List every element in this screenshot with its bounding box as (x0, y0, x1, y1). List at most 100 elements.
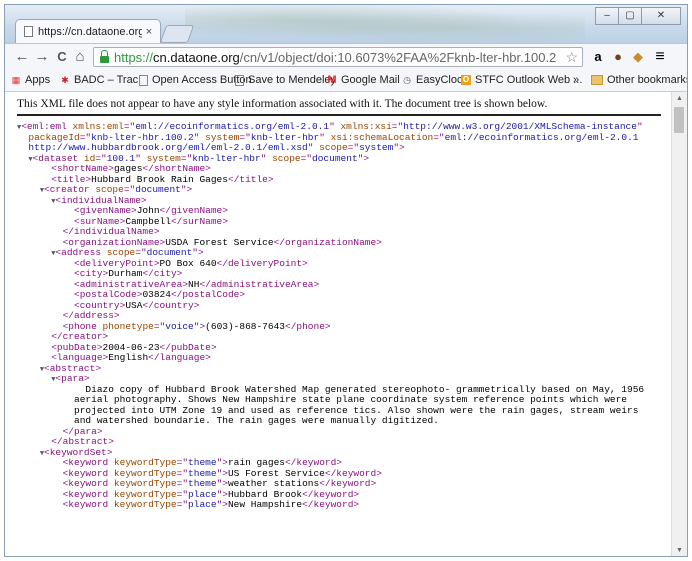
xml-token: John (136, 205, 160, 216)
xml-token: New Hampshire (227, 499, 303, 510)
xml-token: </shortName> (142, 163, 211, 174)
xml-token: projected into UTM Zone 19 and used as r… (74, 404, 639, 416)
extension-icon[interactable]: ◆ (629, 48, 647, 66)
xml-token: "> (193, 320, 206, 332)
xml-token: </keyword> (284, 457, 342, 468)
xml-token: theme (188, 478, 217, 489)
reload-icon[interactable]: C (53, 47, 71, 67)
xml-line: ▼<abstract> (17, 363, 667, 375)
menu-icon[interactable]: ≡ (651, 48, 669, 66)
xml-token: theme (188, 467, 217, 479)
xml-token: xmlns:xsi (340, 121, 392, 132)
xml-token: <deliveryPoint> (74, 257, 160, 269)
xml-token: <keyword (62, 467, 114, 479)
xml-token: gages (113, 163, 143, 174)
amazon-extension-icon[interactable]: a (589, 48, 607, 66)
bookmarks-bar: ▦ Apps ✱ BADC – Trac Open Access Button Sa… (5, 71, 687, 92)
xml-token: =" (180, 152, 193, 164)
maximize-button[interactable]: ▢ (618, 7, 642, 25)
outlook-icon: O (461, 75, 471, 85)
xml-token: <surName> (74, 215, 126, 227)
xml-token: English (108, 352, 149, 363)
bookmark-apps[interactable]: ▦ Apps (11, 74, 50, 86)
xml-token: =" (95, 152, 107, 164)
xml-token: </keyword> (302, 488, 360, 500)
other-bookmarks-folder[interactable]: Other bookmarks (591, 74, 687, 86)
bookmark-badc-trac[interactable]: ✱ BADC – Trac (60, 74, 138, 86)
tab-active[interactable]: https://cn.dataone.org/cn × (15, 19, 161, 43)
bookmark-stfc-outlook[interactable]: O STFC Outlook Web ... (461, 74, 582, 86)
xml-token: <keyword (62, 488, 114, 500)
xml-token: Hubbard Brook Rain Gages (91, 173, 228, 185)
bookmarks-overflow-button[interactable]: » (573, 74, 579, 86)
bookmark-easyclock[interactable]: ◷ EasyClock (402, 74, 468, 86)
xml-line: <language>English</language> (17, 352, 667, 364)
avatar-extension-icon[interactable]: ● (609, 48, 627, 66)
xml-token: http://www.w3.org/2001/XMLSchema-instanc… (403, 121, 637, 132)
vertical-scrollbar[interactable]: ▲ ▼ (671, 92, 687, 556)
xml-token: =" (176, 478, 189, 489)
home-icon[interactable]: ⌂ (71, 47, 89, 67)
xml-token: theme (188, 457, 217, 468)
xml-token: <pubDate> (51, 341, 103, 353)
xml-token: </title> (227, 173, 274, 185)
xml-token: </surName> (170, 215, 228, 227)
minimize-button[interactable]: – (595, 7, 619, 25)
title-bar: https://cn.dataone.org/cn × – ▢ ✕ (5, 5, 687, 43)
folder-icon (591, 75, 603, 85)
lock-icon (100, 49, 109, 63)
close-window-button[interactable]: ✕ (641, 7, 681, 25)
bookmark-save-to-mendeley[interactable]: Save to Mendeley (235, 74, 336, 86)
theme-background (185, 5, 585, 43)
xml-document-tree: ▼<eml:eml xmlns:eml="eml://ecoinformatic… (17, 121, 667, 511)
back-icon[interactable]: ← (13, 47, 31, 67)
xml-token: =" (300, 152, 313, 164)
xml-notice-banner: This XML file does not appear to have an… (17, 96, 661, 116)
xml-token: <city> (74, 268, 109, 279)
forward-icon[interactable]: → (33, 47, 51, 67)
xml-token: </postalCode> (170, 289, 246, 300)
xml-token: =" (176, 488, 189, 500)
xml-token: =" (347, 142, 360, 153)
navigation-toolbar: ← → C ⌂ https://cn.dataone.org/cn/v1/obj… (5, 43, 687, 71)
xml-token: =" (176, 457, 189, 468)
xml-token: <keyword (62, 478, 114, 489)
xml-token: =" (391, 121, 404, 132)
scroll-down-arrow-icon[interactable]: ▼ (672, 544, 687, 556)
bookmark-google-mail[interactable]: M Google Mail (327, 74, 399, 86)
tab-close-icon[interactable]: × (142, 26, 156, 38)
xml-token: <para> (55, 373, 90, 384)
xml-token: 03824 (142, 289, 171, 300)
xml-token: <phone (62, 320, 103, 332)
gmail-icon: M (327, 74, 337, 86)
window-controls: – ▢ ✕ (595, 7, 681, 25)
xml-token: <language> (51, 352, 109, 363)
apps-grid-icon: ▦ (11, 75, 21, 85)
xml-token: 2004-06-23 (102, 341, 160, 353)
xml-token: keywordType (113, 488, 177, 500)
scrollbar-thumb[interactable] (674, 107, 684, 133)
xml-token: " (260, 152, 273, 164)
xml-token: <dataset (32, 152, 84, 164)
xml-token: system (205, 131, 240, 143)
xml-token: " (135, 152, 147, 164)
xml-token: system (359, 142, 394, 153)
xml-token: packageId (28, 131, 80, 143)
xml-token: and watershed boundarie. The rain gages … (74, 415, 439, 426)
tab-title: https://cn.dataone.org/cn (38, 25, 142, 38)
xml-token: "> (393, 142, 405, 153)
xml-token: NH (188, 278, 200, 290)
xml-line: and watershed boundarie. The rain gages … (17, 415, 667, 427)
scroll-up-arrow-icon[interactable]: ▲ (672, 92, 687, 106)
xml-token: </para> (62, 425, 103, 437)
xml-token: <individualName> (55, 194, 147, 206)
xml-token: <eml:eml (21, 121, 73, 132)
xml-token: id (83, 152, 96, 164)
xml-token: document (135, 184, 181, 195)
bookmark-star-icon[interactable]: ☆ (565, 49, 578, 66)
address-bar[interactable]: https://cn.dataone.org/cn/v1/object/doi:… (93, 47, 583, 67)
xml-token: knb-lter-hbr (250, 131, 320, 143)
xml-token: </deliveryPoint> (216, 257, 308, 269)
page-icon (24, 26, 33, 37)
xml-token: USA (125, 299, 143, 311)
